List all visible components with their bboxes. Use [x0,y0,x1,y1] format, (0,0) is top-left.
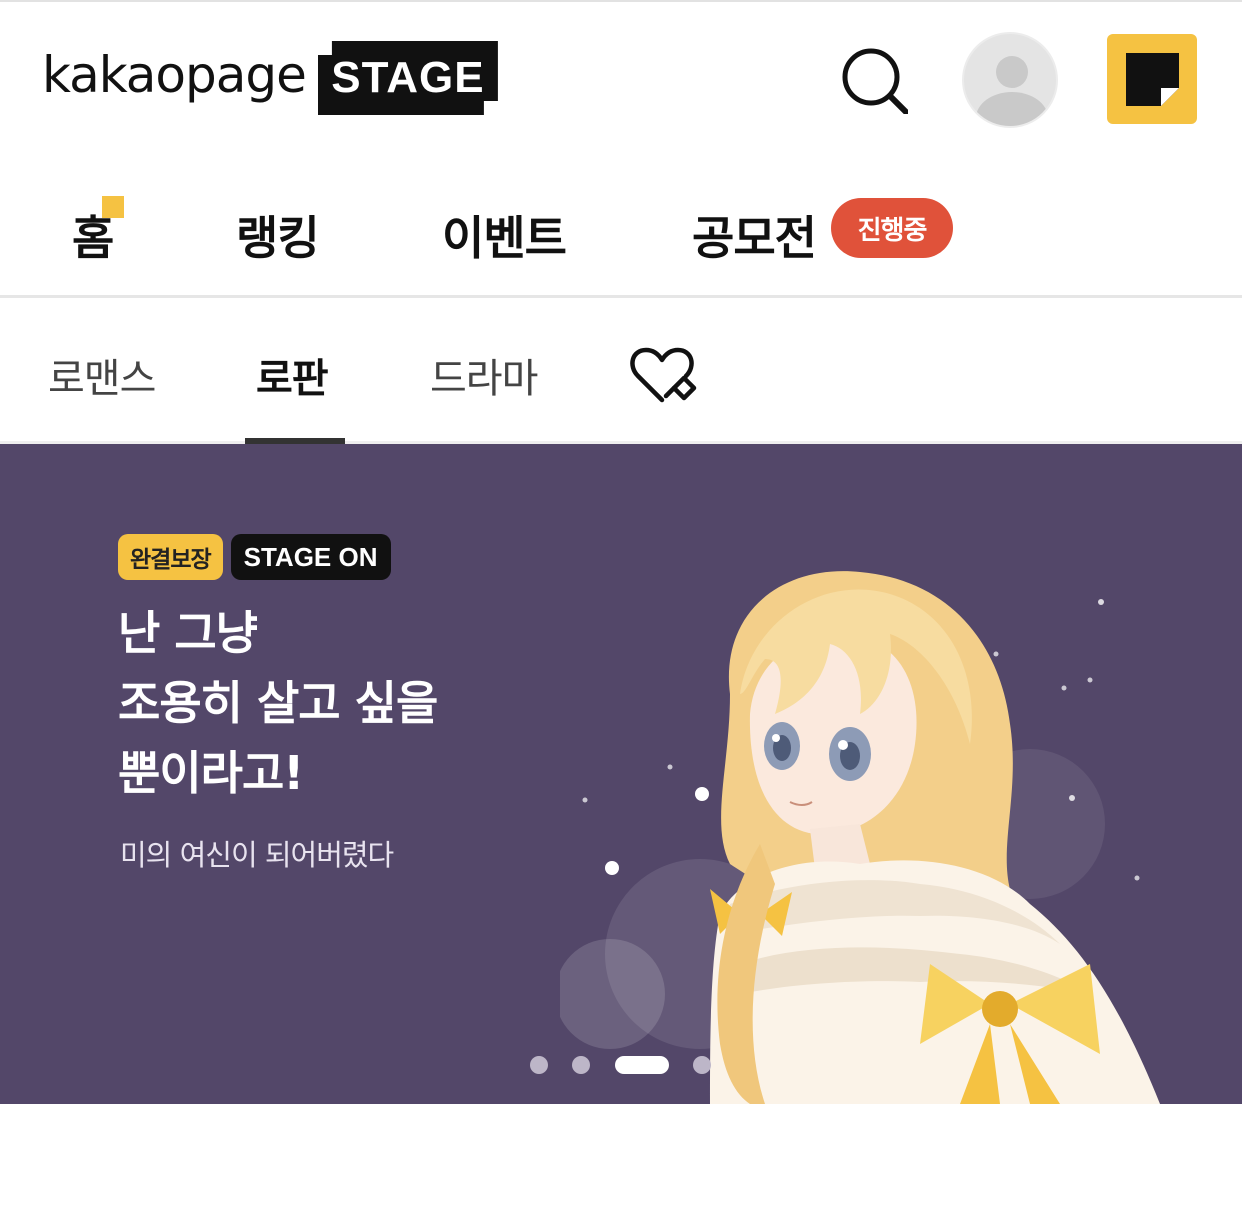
profile-avatar-button[interactable] [962,32,1058,128]
banner-badges: 완결보장 STAGE ON [118,534,391,580]
genre-tabs: 로맨스 로판 드라마 [0,298,1242,444]
main-nav: 홈 랭킹 이벤트 공모전 진행중 [0,152,1242,298]
carousel-dot[interactable] [530,1056,548,1074]
tab-romance[interactable]: 로맨스 [48,346,156,404]
stage-notes-button[interactable] [1107,34,1197,124]
heart-pin-icon [630,347,697,403]
banner-title-line: 뿐이라고! [118,746,304,800]
tab-drama[interactable]: 드라마 [430,346,538,404]
banner-title-line: 난 그냥 [118,606,258,660]
featured-banner[interactable]: 완결보장 STAGE ON 난 그냥 조용히 살고 싶을 뿐이라고! 미의 여신… [0,444,1242,1104]
contest-status-badge: 진행중 [831,198,953,258]
kakaopage-stage-logo[interactable]: kakaopage STAGE [42,40,498,116]
user-icon [976,56,1048,126]
stage-on-badge: STAGE ON [230,534,391,580]
nav-home[interactable]: 홈 [72,202,114,268]
logo-wordmark: kakaopage [42,46,307,104]
tab-romance-fantasy[interactable]: 로판 [256,346,329,404]
carousel-dot[interactable] [572,1056,590,1074]
nav-event[interactable]: 이벤트 [442,202,567,268]
carousel-dot-active[interactable] [615,1056,669,1074]
logo-stage-text: STAGE [331,53,485,102]
carousel-dot[interactable] [693,1056,711,1074]
banner-title: 난 그냥 조용히 살고 싶을 뿐이라고! [118,598,538,808]
tab-favorites[interactable] [628,344,700,406]
nav-contest[interactable]: 공모전 [692,202,817,268]
banner-character-illustration [560,571,1160,1104]
search-icon [842,48,909,115]
complete-guarantee-badge: 완결보장 [118,534,223,580]
banner-subtitle: 미의 여신이 되어버렸다 [120,838,394,872]
note-icon [1126,53,1179,106]
search-button[interactable] [840,46,909,115]
banner-title-line: 조용히 살고 싶을 [118,676,438,730]
nav-ranking[interactable]: 랭킹 [236,202,320,268]
logo-stage-box: STAGE [317,41,498,115]
header: kakaopage STAGE [0,2,1242,152]
